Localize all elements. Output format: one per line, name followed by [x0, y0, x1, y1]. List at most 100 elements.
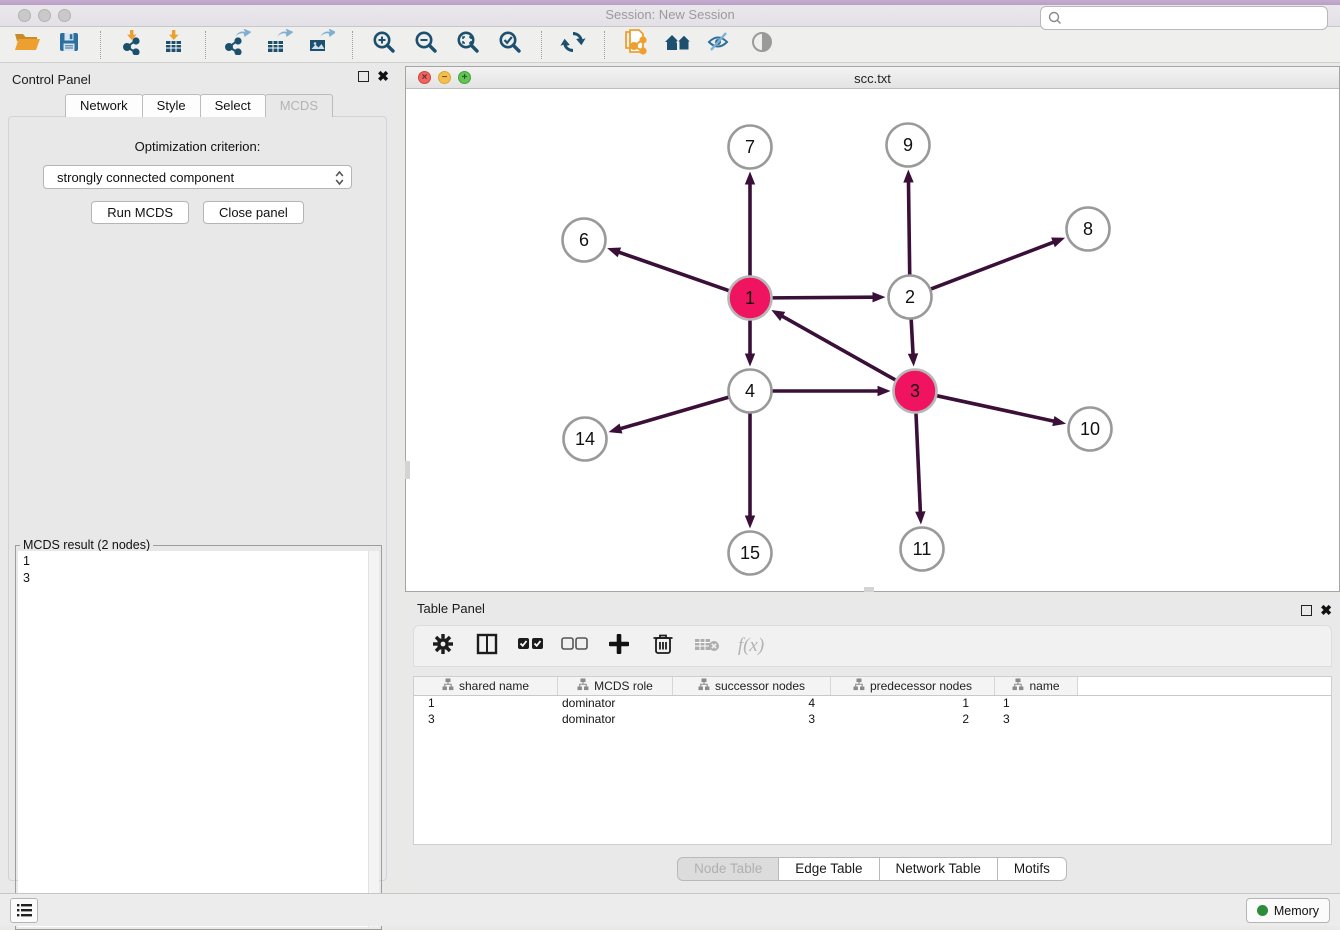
edge-arrowhead: [1052, 416, 1066, 426]
tab-style[interactable]: Style: [142, 94, 201, 117]
zoom-fit-button[interactable]: [447, 30, 489, 60]
graph-node-8[interactable]: 8: [1067, 208, 1110, 251]
graph-node-14[interactable]: 14: [564, 418, 607, 461]
table-panel-title: Table Panel: [417, 601, 485, 616]
list-icon: [16, 903, 33, 918]
apply-layout-icon: [560, 29, 586, 60]
tab-network[interactable]: Network: [65, 94, 143, 117]
task-history-button[interactable]: [10, 898, 38, 923]
clone-network-button[interactable]: [615, 30, 657, 60]
network-canvas[interactable]: 7 9 6 8 1 2 4 3 14 10 15 11: [406, 89, 1339, 591]
first-neighbors-button[interactable]: [657, 30, 699, 60]
tab-mcds[interactable]: MCDS: [265, 94, 333, 117]
tab-edge-table[interactable]: Edge Table: [778, 857, 879, 881]
search-input[interactable]: [1040, 6, 1328, 30]
tab-select[interactable]: Select: [200, 94, 266, 117]
edge-2-9[interactable]: [908, 180, 909, 275]
graph-node-10[interactable]: 10: [1069, 408, 1112, 451]
svg-text:15: 15: [740, 543, 760, 563]
column-header-successor-nodes[interactable]: successor nodes: [673, 677, 831, 695]
network-vscroll-thumb[interactable]: [405, 461, 410, 479]
criterion-select[interactable]: strongly connected component: [43, 165, 352, 189]
edge-2-8[interactable]: [930, 242, 1055, 290]
edge-3-10[interactable]: [936, 396, 1055, 422]
add-row-icon: [607, 632, 631, 661]
edge-4-14[interactable]: [619, 397, 729, 429]
result-scrollbar[interactable]: [368, 551, 379, 927]
mcds-result-text[interactable]: 13: [18, 551, 368, 927]
zoom-out-button[interactable]: [405, 30, 447, 60]
table-row[interactable]: 3dominator323: [414, 712, 1331, 728]
graph-node-6[interactable]: 6: [563, 219, 606, 262]
delete-table-button[interactable]: [688, 630, 726, 662]
edge-3-11[interactable]: [916, 412, 920, 513]
graph-node-2[interactable]: 2: [889, 276, 932, 319]
add-row-button[interactable]: [600, 630, 638, 662]
open-file-icon: [13, 30, 41, 59]
control-panel-close-icon[interactable]: ✖: [377, 71, 389, 82]
run-mcds-button[interactable]: Run MCDS: [91, 201, 189, 224]
column-header-name[interactable]: name: [995, 677, 1078, 695]
memory-label: Memory: [1274, 904, 1319, 918]
edge-1-6[interactable]: [618, 252, 730, 291]
columns-icon: [475, 632, 499, 661]
export-table-icon: [265, 29, 293, 60]
svg-text:2: 2: [905, 287, 915, 307]
tab-motifs[interactable]: Motifs: [997, 857, 1067, 881]
edge-2-3[interactable]: [911, 318, 913, 355]
table-row[interactable]: 1dominator411: [414, 696, 1331, 712]
node-table-header: shared nameMCDS rolesuccessor nodesprede…: [414, 677, 1331, 696]
edge-1-2[interactable]: [771, 297, 874, 298]
main-toolbar: [0, 27, 1340, 63]
function-builder-button[interactable]: f(x): [732, 630, 770, 662]
edge-arrowhead: [745, 172, 755, 185]
svg-text:9: 9: [903, 135, 913, 155]
hide-selected-button[interactable]: [699, 30, 741, 60]
graph-node-1[interactable]: 1: [729, 277, 772, 320]
tab-network-table[interactable]: Network Table: [879, 857, 998, 881]
graph-node-15[interactable]: 15: [729, 532, 772, 575]
zoom-in-button[interactable]: [363, 30, 405, 60]
edge-3-1[interactable]: [781, 315, 896, 380]
network-window-titlebar[interactable]: × − + scc.txt: [406, 67, 1339, 89]
tree-sort-icon: [577, 678, 589, 694]
save-session-button[interactable]: [48, 30, 90, 60]
mcds-result-group: MCDS result (2 nodes) 13: [15, 545, 382, 930]
graph-node-11[interactable]: 11: [901, 528, 944, 571]
export-image-button[interactable]: [300, 30, 342, 60]
import-table-button[interactable]: [153, 30, 195, 60]
edge-arrowhead: [878, 386, 891, 396]
mcds-panel: Optimization criterion: strongly connect…: [8, 116, 387, 881]
network-graph[interactable]: 7 9 6 8 1 2 4 3 14 10 15 11: [406, 89, 1339, 591]
zoom-selected-button[interactable]: [489, 30, 531, 60]
graph-node-9[interactable]: 9: [887, 124, 930, 167]
delete-row-button[interactable]: [644, 630, 682, 662]
close-panel-button[interactable]: Close panel: [203, 201, 304, 224]
graph-node-4[interactable]: 4: [729, 370, 772, 413]
network-hscroll-thumb[interactable]: [864, 587, 874, 592]
graph-node-3[interactable]: 3: [894, 370, 937, 413]
export-network-button[interactable]: [216, 30, 258, 60]
graph-node-7[interactable]: 7: [729, 126, 772, 169]
tab-node-table[interactable]: Node Table: [677, 857, 779, 881]
import-network-button[interactable]: [111, 30, 153, 60]
column-header-shared-name[interactable]: shared name: [414, 677, 558, 695]
search-box: [1040, 6, 1328, 30]
memory-button[interactable]: Memory: [1246, 898, 1330, 923]
select-all-icon: [517, 636, 545, 657]
apply-layout-button[interactable]: [552, 30, 594, 60]
control-panel-float-icon[interactable]: [358, 71, 369, 82]
table-panel-float-icon[interactable]: [1301, 605, 1312, 616]
select-all-button[interactable]: [512, 630, 550, 662]
zoom-selected-icon: [497, 29, 523, 60]
column-header-MCDS-role[interactable]: MCDS role: [558, 677, 673, 695]
column-header-predecessor-nodes[interactable]: predecessor nodes: [831, 677, 995, 695]
columns-button[interactable]: [468, 630, 506, 662]
settings-button[interactable]: [424, 630, 462, 662]
open-file-button[interactable]: [6, 30, 48, 60]
deselect-all-button[interactable]: [556, 630, 594, 662]
export-table-button[interactable]: [258, 30, 300, 60]
table-panel-close-icon[interactable]: ✖: [1320, 605, 1332, 616]
show-all-button[interactable]: [741, 30, 783, 60]
toolbar-separator: [541, 31, 542, 59]
